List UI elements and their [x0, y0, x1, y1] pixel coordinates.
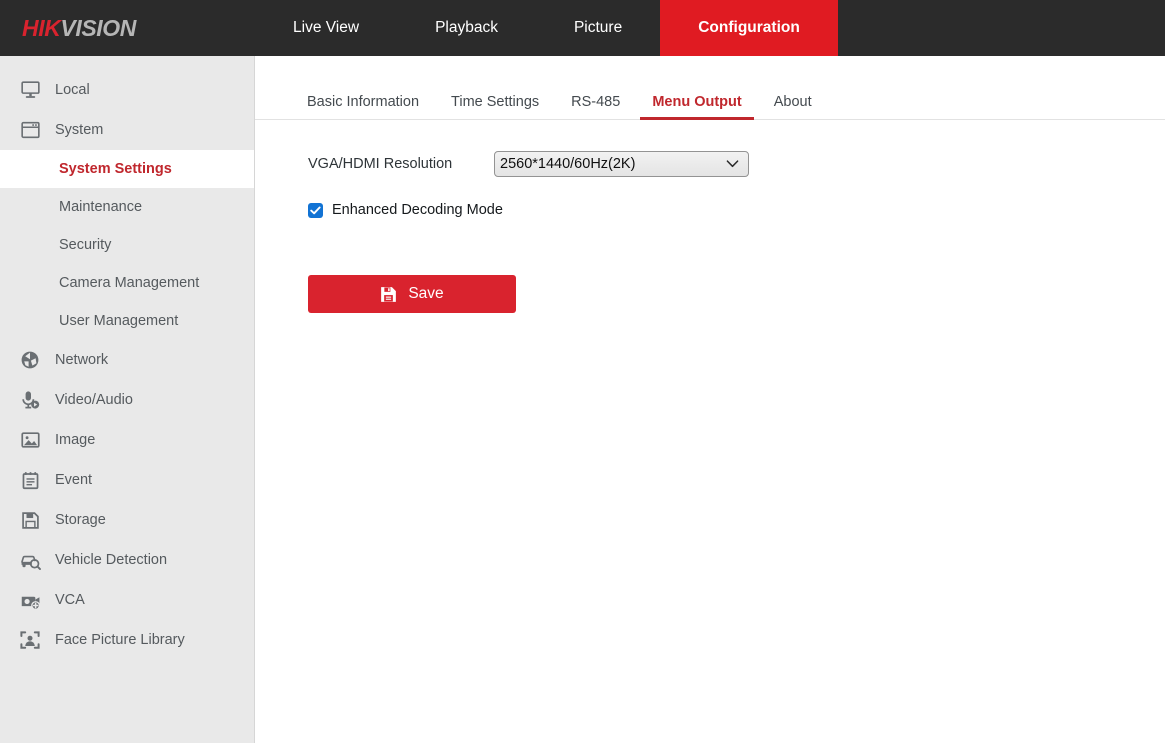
tab-about[interactable]: About: [758, 94, 828, 119]
sidebar-item-label: Vehicle Detection: [55, 553, 167, 568]
resolution-row: VGA/HDMI Resolution 2560*1440/60Hz(2K): [308, 148, 1165, 180]
tab-menu-output[interactable]: Menu Output: [636, 94, 757, 119]
sidebar-item-vca[interactable]: VCA: [0, 580, 254, 620]
main-navigation: Live View Playback Picture Configuration: [255, 0, 838, 56]
sidebar-item-local[interactable]: Local: [0, 70, 254, 110]
sidebar-item-face-picture-library[interactable]: Face Picture Library: [0, 620, 254, 660]
tab-basic-information[interactable]: Basic Information: [291, 94, 435, 119]
body-container: Local System System Settings Maintenanc: [0, 56, 1165, 743]
nav-item-picture[interactable]: Picture: [536, 0, 660, 56]
sidebar: Local System System Settings Maintenanc: [0, 56, 255, 743]
nav-item-configuration[interactable]: Configuration: [660, 0, 838, 56]
tab-time-settings[interactable]: Time Settings: [435, 94, 555, 119]
save-button[interactable]: Save: [308, 275, 516, 313]
face-frame-icon: [17, 629, 43, 651]
sidebar-item-image[interactable]: Image: [0, 420, 254, 460]
microphone-icon: [17, 389, 43, 411]
enhanced-decoding-row[interactable]: Enhanced Decoding Mode: [308, 202, 1165, 218]
sidebar-item-label: Face Picture Library: [55, 633, 185, 648]
sidebar-item-label: Image: [55, 433, 95, 448]
picture-icon: [17, 429, 43, 451]
sidebar-item-label: Storage: [55, 513, 106, 528]
sidebar-item-label: System: [55, 123, 103, 138]
enhanced-decoding-label: Enhanced Decoding Mode: [332, 202, 503, 218]
logo-hik: HIK: [22, 15, 60, 41]
sidebar-item-label: Maintenance: [59, 200, 142, 215]
resolution-select[interactable]: 2560*1440/60Hz(2K): [494, 151, 749, 177]
nav-item-live-view[interactable]: Live View: [255, 0, 397, 56]
sidebar-item-label: Security: [59, 238, 111, 253]
resolution-label: VGA/HDMI Resolution: [308, 156, 494, 172]
sidebar-item-storage[interactable]: Storage: [0, 500, 254, 540]
tab-bar: Basic Information Time Settings RS-485 M…: [255, 74, 1165, 120]
sidebar-item-user-management[interactable]: User Management: [0, 302, 254, 340]
brand-logo: HIKVISION: [0, 0, 255, 56]
save-icon: [380, 286, 397, 303]
sidebar-item-network[interactable]: Network: [0, 340, 254, 380]
save-button-label: Save: [408, 285, 443, 303]
sidebar-item-label: System Settings: [59, 162, 172, 177]
monitor-icon: [17, 79, 43, 101]
sidebar-item-label: User Management: [59, 314, 178, 329]
globe-icon: [17, 349, 43, 371]
sidebar-item-label: Local: [55, 83, 90, 98]
sidebar-item-system-settings[interactable]: System Settings: [0, 150, 254, 188]
content-panel: Basic Information Time Settings RS-485 M…: [255, 56, 1165, 743]
top-header: HIKVISION Live View Playback Picture Con…: [0, 0, 1165, 56]
window-icon: [17, 119, 43, 141]
sidebar-item-label: Video/Audio: [55, 393, 133, 408]
menu-output-form: VGA/HDMI Resolution 2560*1440/60Hz(2K): [255, 120, 1165, 313]
sidebar-item-system[interactable]: System: [0, 110, 254, 150]
floppy-disk-icon: [17, 509, 43, 531]
sidebar-item-label: VCA: [55, 593, 85, 608]
camera-plus-icon: [17, 589, 43, 611]
tab-rs-485[interactable]: RS-485: [555, 94, 636, 119]
notepad-icon: [17, 469, 43, 491]
sidebar-item-video-audio[interactable]: Video/Audio: [0, 380, 254, 420]
sidebar-item-label: Camera Management: [59, 276, 199, 291]
enhanced-decoding-checkbox[interactable]: [308, 203, 323, 218]
sidebar-item-maintenance[interactable]: Maintenance: [0, 188, 254, 226]
sidebar-item-vehicle-detection[interactable]: Vehicle Detection: [0, 540, 254, 580]
sidebar-item-event[interactable]: Event: [0, 460, 254, 500]
sidebar-item-camera-management[interactable]: Camera Management: [0, 264, 254, 302]
nav-item-playback[interactable]: Playback: [397, 0, 536, 56]
logo-vision: VISION: [60, 15, 136, 41]
sidebar-item-label: Network: [55, 353, 108, 368]
car-search-icon: [17, 549, 43, 571]
resolution-select-wrap: 2560*1440/60Hz(2K): [494, 151, 749, 177]
sidebar-item-security[interactable]: Security: [0, 226, 254, 264]
logo-text: HIKVISION: [22, 15, 136, 42]
app-window: HIKVISION Live View Playback Picture Con…: [0, 0, 1165, 743]
sidebar-item-label: Event: [55, 473, 92, 488]
